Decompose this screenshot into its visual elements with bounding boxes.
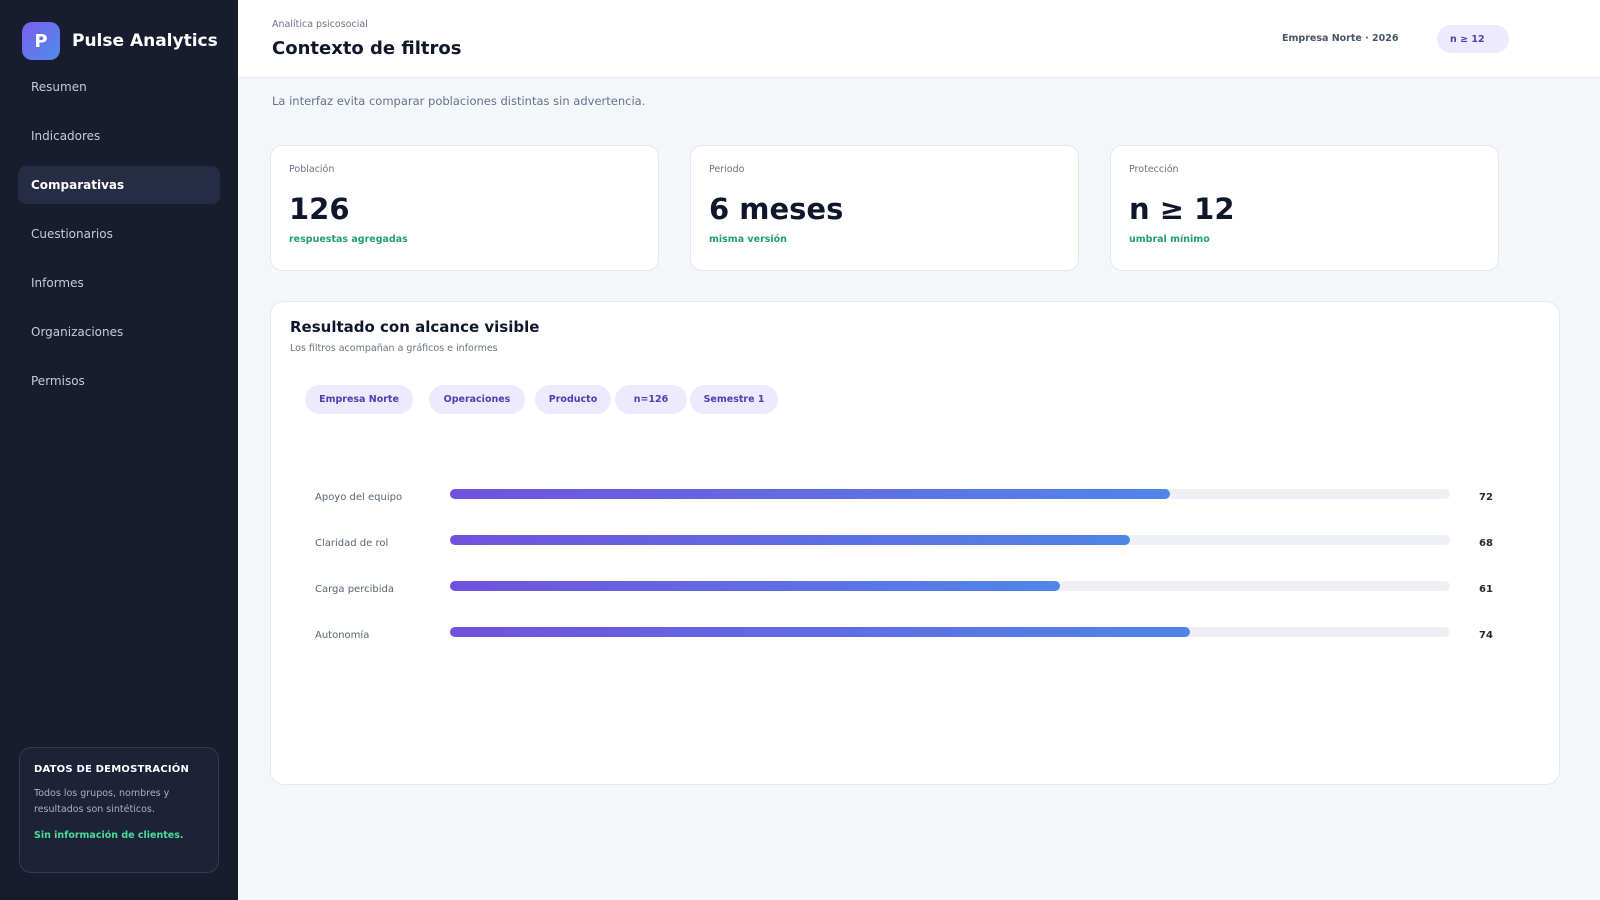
bar-row: Carga percibida 61 (271, 581, 1561, 601)
bar-track (450, 489, 1450, 499)
bar-value: 74 (1479, 630, 1493, 641)
filter-chip-sample[interactable]: n=126 (615, 385, 687, 414)
bar-label: Autonomía (315, 630, 370, 641)
bar-row: Claridad de rol 68 (271, 535, 1561, 555)
bar-value: 61 (1479, 584, 1493, 595)
stat-card-periodo: Periodo 6 meses misma versión (690, 145, 1079, 271)
page-title: Contexto de filtros (272, 38, 462, 59)
bar-label: Claridad de rol (315, 538, 389, 549)
brand-name: Pulse Analytics (72, 31, 218, 51)
demo-card-note: Sin información de clientes. (34, 830, 184, 841)
organization-label: Empresa Norte · 2026 (1282, 33, 1399, 44)
sidebar-item-indicadores[interactable]: Indicadores (18, 117, 220, 155)
stat-value: 6 meses (709, 192, 844, 226)
stat-value: 126 (289, 192, 350, 226)
sidebar-item-resumen[interactable]: Resumen (18, 68, 220, 106)
bar-row: Autonomía 74 (271, 627, 1561, 647)
threshold-badge: n ≥ 12 (1437, 25, 1509, 53)
bar-fill (450, 581, 1060, 591)
panel-title: Resultado con alcance visible (290, 318, 540, 336)
bar-fill (450, 489, 1170, 499)
bar-label: Carga percibida (315, 584, 394, 595)
demo-card-title: DATOS DE DEMOSTRACIÓN (34, 764, 190, 775)
bar-row: Apoyo del equipo 72 (271, 489, 1561, 509)
sidebar-item-cuestionarios[interactable]: Cuestionarios (18, 215, 220, 253)
filter-chip-area[interactable]: Operaciones (429, 385, 525, 414)
demo-card-text: Todos los grupos, nombres y resultados s… (34, 788, 170, 815)
filter-chip-period[interactable]: Semestre 1 (690, 385, 778, 414)
bar-track (450, 627, 1450, 637)
stat-label: Protección (1129, 164, 1179, 175)
sidebar-item-comparativas[interactable]: Comparativas (18, 166, 220, 204)
stat-value: n ≥ 12 (1129, 192, 1235, 226)
stat-hint: umbral mínimo (1129, 234, 1210, 245)
stat-hint: misma versión (709, 234, 787, 245)
stat-label: Periodo (709, 164, 745, 175)
sidebar: P Pulse Analytics Resumen Indicadores Co… (0, 0, 238, 900)
page-eyebrow: Analítica psicosocial (272, 19, 368, 30)
stat-card-proteccion: Protección n ≥ 12 umbral mínimo (1110, 145, 1499, 271)
filter-chip-equipo[interactable]: Producto (535, 385, 611, 414)
bar-fill (450, 627, 1190, 637)
top-header: Analítica psicosocial Contexto de filtro… (238, 0, 1600, 78)
bar-track (450, 535, 1450, 545)
bar-label: Apoyo del equipo (315, 492, 403, 503)
sidebar-item-organizaciones[interactable]: Organizaciones (18, 313, 220, 351)
sidebar-item-permisos[interactable]: Permisos (18, 362, 220, 400)
stat-hint: respuestas agregadas (289, 234, 408, 245)
filter-chip-empresa[interactable]: Empresa Norte (305, 385, 413, 414)
sidebar-nav: Resumen Indicadores Comparativas Cuestio… (18, 68, 220, 411)
bar-track (450, 581, 1450, 591)
stat-card-poblacion: Población 126 respuestas agregadas (270, 145, 659, 271)
brand[interactable]: P Pulse Analytics (22, 22, 218, 60)
sidebar-item-informes[interactable]: Informes (18, 264, 220, 302)
panel-subtitle: Los filtros acompañan a gráficos e infor… (290, 343, 498, 354)
stat-label: Población (289, 164, 335, 175)
bar-value: 72 (1479, 492, 1493, 503)
brand-logo-icon: P (22, 22, 60, 60)
demo-data-card: DATOS DE DEMOSTRACIÓN Todos los grupos, … (19, 747, 219, 873)
results-panel: Resultado con alcance visible Los filtro… (270, 301, 1560, 785)
page-subtitle: La interfaz evita comparar poblaciones d… (272, 94, 646, 108)
bar-fill (450, 535, 1130, 545)
bar-value: 68 (1479, 538, 1493, 549)
